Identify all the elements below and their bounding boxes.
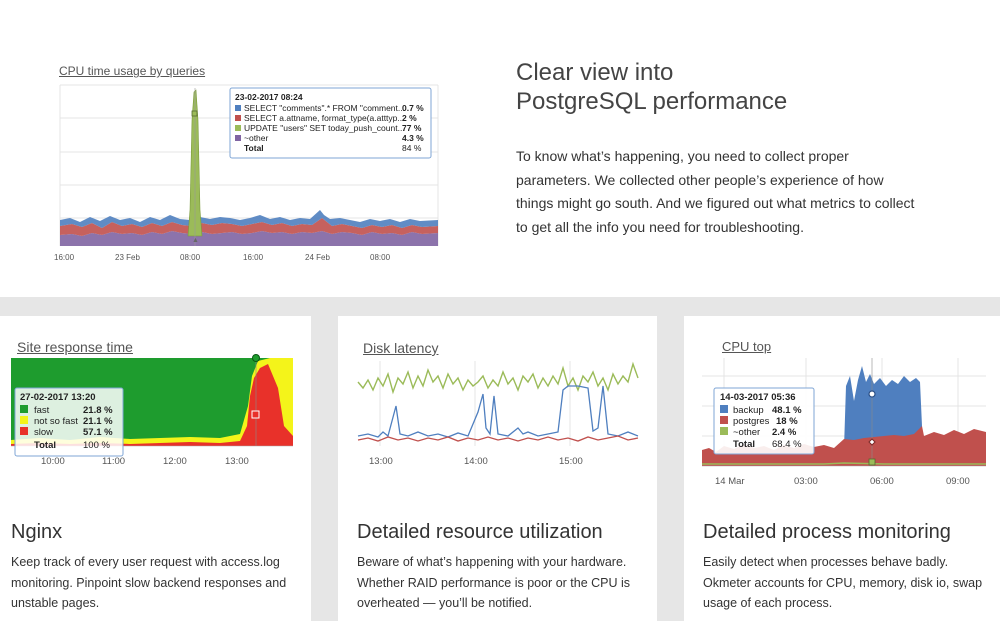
hero-section: CPU time usage by queries ▲ 16:00 23 Feb… bbox=[0, 0, 1000, 297]
legend-swatch bbox=[720, 427, 728, 435]
x-tick: 09:00 bbox=[946, 476, 970, 487]
feature-card-cpu: CPU top 14-03-2017 05:36 backup 48.1 % p… bbox=[684, 316, 1000, 621]
x-tick: 12:00 bbox=[163, 456, 187, 467]
x-axis-ticks: 13:00 14:00 15:00 bbox=[369, 456, 583, 467]
x-axis-ticks: 14 Mar 03:00 06:00 09:00 bbox=[715, 476, 970, 487]
series-blue-line bbox=[357, 385, 639, 438]
site-response-chart-svg: 27-02-2017 13:20 fast 21.8 % not so fast… bbox=[11, 354, 293, 467]
triangle-marker: ▲ bbox=[192, 237, 199, 244]
card-title: Detailed process monitoring bbox=[703, 521, 951, 543]
x-tick: 23 Feb bbox=[115, 253, 140, 262]
x-tick: 13:00 bbox=[225, 456, 249, 467]
tooltip-row-label: SELECT "comments".* FROM "comment... bbox=[244, 103, 405, 113]
hover-marker bbox=[868, 458, 876, 466]
cpu-queries-chart-svg: ▲ 16:00 23 Feb 08:00 16:00 24 Feb 08:00 … bbox=[54, 84, 439, 262]
tooltip-row-value: 57.1 % bbox=[83, 427, 113, 438]
tooltip-row-label: slow bbox=[34, 427, 53, 438]
legend-swatch bbox=[720, 405, 728, 413]
series-green-line bbox=[357, 361, 639, 395]
tooltip-date: 14-03-2017 05:36 bbox=[720, 392, 796, 403]
tooltip-total-label: Total bbox=[733, 439, 755, 450]
legend-swatch bbox=[235, 125, 241, 131]
tooltip-total-value: 84 % bbox=[402, 143, 422, 153]
disk-latency-chart[interactable]: Disk latency 13:00 14:00 15:00 bbox=[338, 316, 657, 501]
tooltip-row-value: 4.3 % bbox=[402, 133, 424, 143]
site-response-chart[interactable]: Site response time 27-02-2017 13:20 fast bbox=[0, 316, 311, 501]
tooltip-row-value: 48.1 % bbox=[772, 405, 802, 416]
tooltip-row-value: 77 % bbox=[402, 123, 422, 133]
x-tick: 24 Feb bbox=[305, 253, 330, 262]
x-tick: 14 Mar bbox=[715, 476, 745, 487]
x-tick: 16:00 bbox=[54, 253, 75, 262]
chart-tooltip: 23-02-2017 08:24 SELECT "comments".* FRO… bbox=[229, 87, 432, 159]
chart-tooltip: 14-03-2017 05:36 backup 48.1 % postgres … bbox=[713, 387, 815, 455]
legend-swatch bbox=[20, 405, 28, 413]
x-axis-ticks: 16:00 23 Feb 08:00 16:00 24 Feb 08:00 bbox=[54, 253, 391, 262]
legend-swatch bbox=[235, 135, 241, 141]
card-description: Keep track of every user request with ac… bbox=[11, 555, 287, 610]
tooltip-row-value: 0.7 % bbox=[402, 103, 424, 113]
tooltip-row-label: ~other bbox=[733, 427, 760, 438]
features-band: Site response time 27-02-2017 13:20 fast bbox=[0, 297, 1000, 621]
tooltip-total-value: 100 % bbox=[83, 440, 110, 451]
feature-card-disk: Disk latency 13:00 14:00 15:00 Detailed … bbox=[338, 316, 657, 621]
legend-swatch bbox=[235, 115, 241, 121]
series-red-line bbox=[357, 435, 639, 442]
x-tick: 03:00 bbox=[794, 476, 818, 487]
x-tick: 15:00 bbox=[559, 456, 583, 467]
card-description: Beware of what’s happening with your har… bbox=[357, 555, 631, 610]
feature-card-nginx: Site response time 27-02-2017 13:20 fast bbox=[0, 316, 311, 621]
card-description: Easily detect when processes behave badl… bbox=[703, 555, 983, 610]
tooltip-row-label: SELECT a.attname, format_type(a.atttyp..… bbox=[244, 113, 404, 123]
cpu-top-chart-svg: 14-03-2017 05:36 backup 48.1 % postgres … bbox=[702, 358, 986, 487]
hero-description: To know what’s happening, you need to co… bbox=[516, 148, 915, 235]
tooltip-row-value: 21.1 % bbox=[83, 416, 113, 427]
hero-heading: Clear view into PostgreSQL performance bbox=[516, 58, 936, 116]
tooltip-row-label: fast bbox=[34, 405, 50, 416]
tooltip-date: 23-02-2017 08:24 bbox=[235, 92, 303, 102]
tooltip-row-label: backup bbox=[733, 405, 764, 416]
x-tick: 16:00 bbox=[243, 253, 264, 262]
tooltip-total-label: Total bbox=[244, 143, 264, 153]
tooltip-row-value: 21.8 % bbox=[83, 405, 113, 416]
x-tick: 06:00 bbox=[870, 476, 894, 487]
x-tick: 11:00 bbox=[102, 456, 125, 467]
tooltip-row-label: postgres bbox=[733, 416, 770, 427]
tooltip-date: 27-02-2017 13:20 bbox=[20, 392, 96, 403]
hero-text: Clear view into PostgreSQL performance T… bbox=[516, 58, 936, 239]
x-tick: 08:00 bbox=[370, 253, 391, 262]
tooltip-total-label: Total bbox=[34, 440, 56, 451]
hover-marker bbox=[191, 110, 198, 117]
hover-marker bbox=[252, 354, 260, 362]
hero-heading-line: Clear view into bbox=[516, 59, 674, 86]
tooltip-row-label: not so fast bbox=[34, 416, 78, 427]
legend-swatch bbox=[20, 427, 28, 435]
legend-swatch bbox=[720, 416, 728, 424]
tooltip-row-label: ~other bbox=[244, 133, 269, 143]
tooltip-total-value: 68.4 % bbox=[772, 439, 802, 450]
hero-heading-line: PostgreSQL performance bbox=[516, 88, 788, 115]
chart-title[interactable]: CPU time usage by queries bbox=[59, 64, 205, 78]
x-tick: 13:00 bbox=[369, 456, 393, 467]
x-tick: 08:00 bbox=[180, 253, 201, 262]
card-title: Nginx bbox=[11, 521, 63, 543]
legend-swatch bbox=[235, 105, 241, 111]
x-tick: 10:00 bbox=[41, 456, 65, 467]
tooltip-row-value: 2.4 % bbox=[772, 427, 797, 438]
hover-marker bbox=[251, 410, 260, 419]
tooltip-row-value: 18 % bbox=[776, 416, 798, 427]
hover-marker bbox=[868, 390, 876, 398]
legend-swatch bbox=[20, 416, 28, 424]
x-axis-ticks: 10:00 11:00 12:00 13:00 bbox=[41, 456, 249, 467]
cpu-queries-chart[interactable]: CPU time usage by queries ▲ 16:00 23 Feb… bbox=[52, 60, 444, 270]
cpu-top-chart[interactable]: CPU top 14-03-2017 05:36 backup 48.1 % p… bbox=[684, 316, 1000, 501]
card-title: Detailed resource utilization bbox=[357, 521, 603, 543]
chart-tooltip: 27-02-2017 13:20 fast 21.8 % not so fast… bbox=[14, 387, 124, 457]
tooltip-row-label: UPDATE "users" SET today_push_count... bbox=[244, 123, 405, 133]
disk-latency-chart-svg: 13:00 14:00 15:00 bbox=[357, 361, 639, 467]
tooltip-row-value: 2 % bbox=[402, 113, 417, 123]
x-tick: 14:00 bbox=[464, 456, 488, 467]
